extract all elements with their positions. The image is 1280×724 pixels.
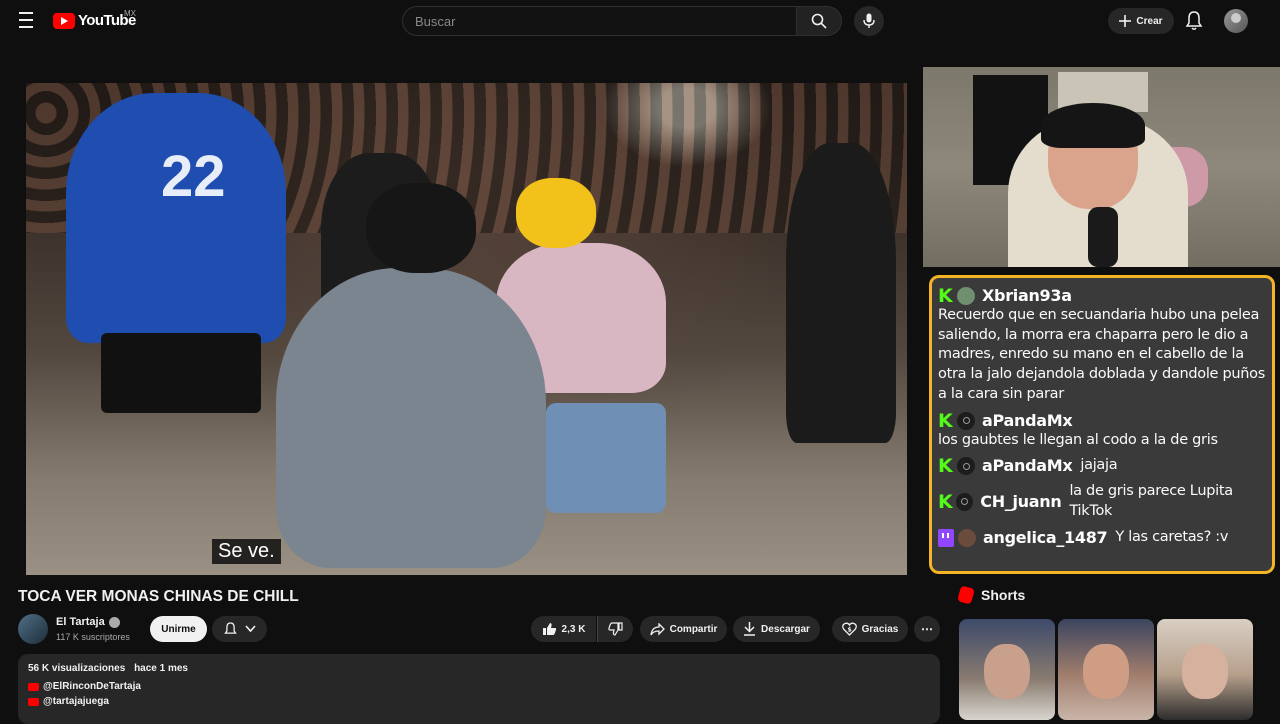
chat-username: aPandaMx	[982, 456, 1073, 476]
join-button[interactable]: Unirme	[150, 616, 207, 642]
chat-text: jajaja	[1080, 457, 1118, 474]
channel-name-row[interactable]: El Tartaja	[56, 616, 120, 628]
top-bar: YouTube MX Crear	[0, 0, 1280, 42]
video-subtitle: Se ve.	[212, 539, 281, 564]
shorts-icon	[957, 585, 975, 605]
kick-logo-icon: K	[938, 455, 953, 478]
chat-username: Xbrian93a	[982, 286, 1072, 305]
chat-username: aPandaMx	[982, 410, 1073, 430]
chat-message: K aPandaMx los gaubtes le llegan al codo…	[938, 411, 1266, 451]
kick-logo-icon: K	[938, 490, 953, 513]
microphone-icon	[863, 13, 875, 28]
search-input[interactable]	[402, 6, 796, 36]
more-icon: ⋯	[921, 622, 933, 636]
short-thumbnail[interactable]	[1058, 619, 1154, 720]
thumbs-down-icon	[608, 622, 623, 636]
user-avatar	[957, 286, 975, 305]
chevron-down-icon	[244, 625, 256, 633]
subscriber-count: 117 K suscriptores	[56, 632, 130, 642]
download-icon	[744, 622, 756, 636]
description-box[interactable]: 56 K visualizaciones hace 1 mes @ElRinco…	[18, 654, 940, 724]
chat-text: la de gris parece Lupita TikTok	[1069, 483, 1233, 519]
channel-name[interactable]: El Tartaja	[56, 616, 105, 628]
voice-search-button[interactable]	[854, 6, 884, 36]
subscription-bell-button[interactable]	[212, 616, 267, 642]
stream-chat-overlay: K Xbrian93a Recuerdo que en secuandaria …	[929, 275, 1275, 574]
jersey-number: 22	[161, 144, 226, 209]
notifications-bell-icon[interactable]	[1185, 11, 1203, 31]
kick-logo-icon: K	[938, 409, 953, 432]
channel-link[interactable]: @tartajajuega	[28, 696, 930, 707]
create-button[interactable]: Crear	[1108, 8, 1174, 34]
search-icon	[811, 13, 827, 29]
description-stats: 56 K visualizaciones hace 1 mes	[28, 663, 930, 674]
thanks-button[interactable]: $ Gracias	[832, 616, 908, 642]
youtube-play-icon	[53, 12, 75, 29]
share-icon	[649, 622, 665, 636]
plus-icon	[1119, 15, 1132, 27]
user-avatar	[957, 457, 975, 476]
short-thumbnail[interactable]	[1157, 619, 1253, 720]
streamer-webcam	[923, 67, 1280, 267]
video-frame: 22	[26, 83, 907, 575]
hamburger-menu-icon[interactable]	[16, 12, 36, 30]
download-button[interactable]: Descargar	[733, 616, 820, 642]
channel-link[interactable]: @ElRinconDeTartaja	[28, 681, 930, 692]
chat-message: K CH_juann la de gris parece Lupita TikT…	[938, 482, 1266, 522]
user-avatar	[956, 492, 974, 511]
chat-text: los gaubtes le llegan al codo a la de gr…	[938, 431, 1218, 448]
bell-icon	[223, 621, 237, 634]
account-avatar[interactable]	[1224, 9, 1248, 33]
verified-check-icon	[108, 616, 120, 628]
super-thanks-icon: $	[841, 622, 857, 636]
shorts-heading: Shorts	[957, 585, 1025, 605]
chat-text: Recuerdo que en secuandaria hubo una pel…	[938, 306, 1265, 402]
twitch-logo-icon	[938, 528, 954, 547]
video-player[interactable]: 22 Se ve.	[26, 83, 907, 575]
video-title: TOCA VER MONAS CHINAS DE CHILL	[18, 588, 299, 605]
thumbs-up-icon	[542, 623, 556, 635]
kick-logo-icon: K	[938, 284, 953, 307]
chat-message: K Xbrian93a Recuerdo que en secuandaria …	[938, 286, 1266, 405]
like-button[interactable]: 2,3 K	[531, 616, 596, 642]
channel-avatar[interactable]	[18, 614, 48, 644]
chat-username: angelica_1487	[983, 527, 1108, 547]
youtube-mini-icon	[28, 682, 39, 691]
country-code: MX	[124, 9, 136, 18]
user-avatar	[958, 528, 976, 547]
search-bar	[402, 6, 842, 36]
thanks-label: Gracias	[861, 623, 899, 635]
chat-message: K aPandaMx jajaja	[938, 456, 1266, 476]
chat-message: angelica_1487 Y las caretas? :v	[938, 528, 1266, 548]
more-actions-button[interactable]: ⋯	[914, 616, 940, 642]
search-button[interactable]	[796, 6, 842, 36]
share-label: Compartir	[669, 623, 718, 635]
create-label: Crear	[1136, 15, 1163, 27]
like-count: 2,3 K	[561, 623, 586, 635]
view-count: 56 K visualizaciones	[28, 663, 126, 674]
chat-text: Y las caretas? :v	[1115, 528, 1229, 545]
download-label: Descargar	[761, 623, 810, 635]
share-button[interactable]: Compartir	[640, 616, 727, 642]
dislike-button[interactable]	[597, 616, 633, 642]
upload-age: hace 1 mes	[134, 663, 188, 674]
short-thumbnail[interactable]	[959, 619, 1055, 720]
svg-text:$: $	[847, 627, 851, 634]
chat-username: CH_juann	[980, 492, 1062, 512]
youtube-mini-icon	[28, 697, 39, 706]
user-avatar	[957, 411, 975, 430]
